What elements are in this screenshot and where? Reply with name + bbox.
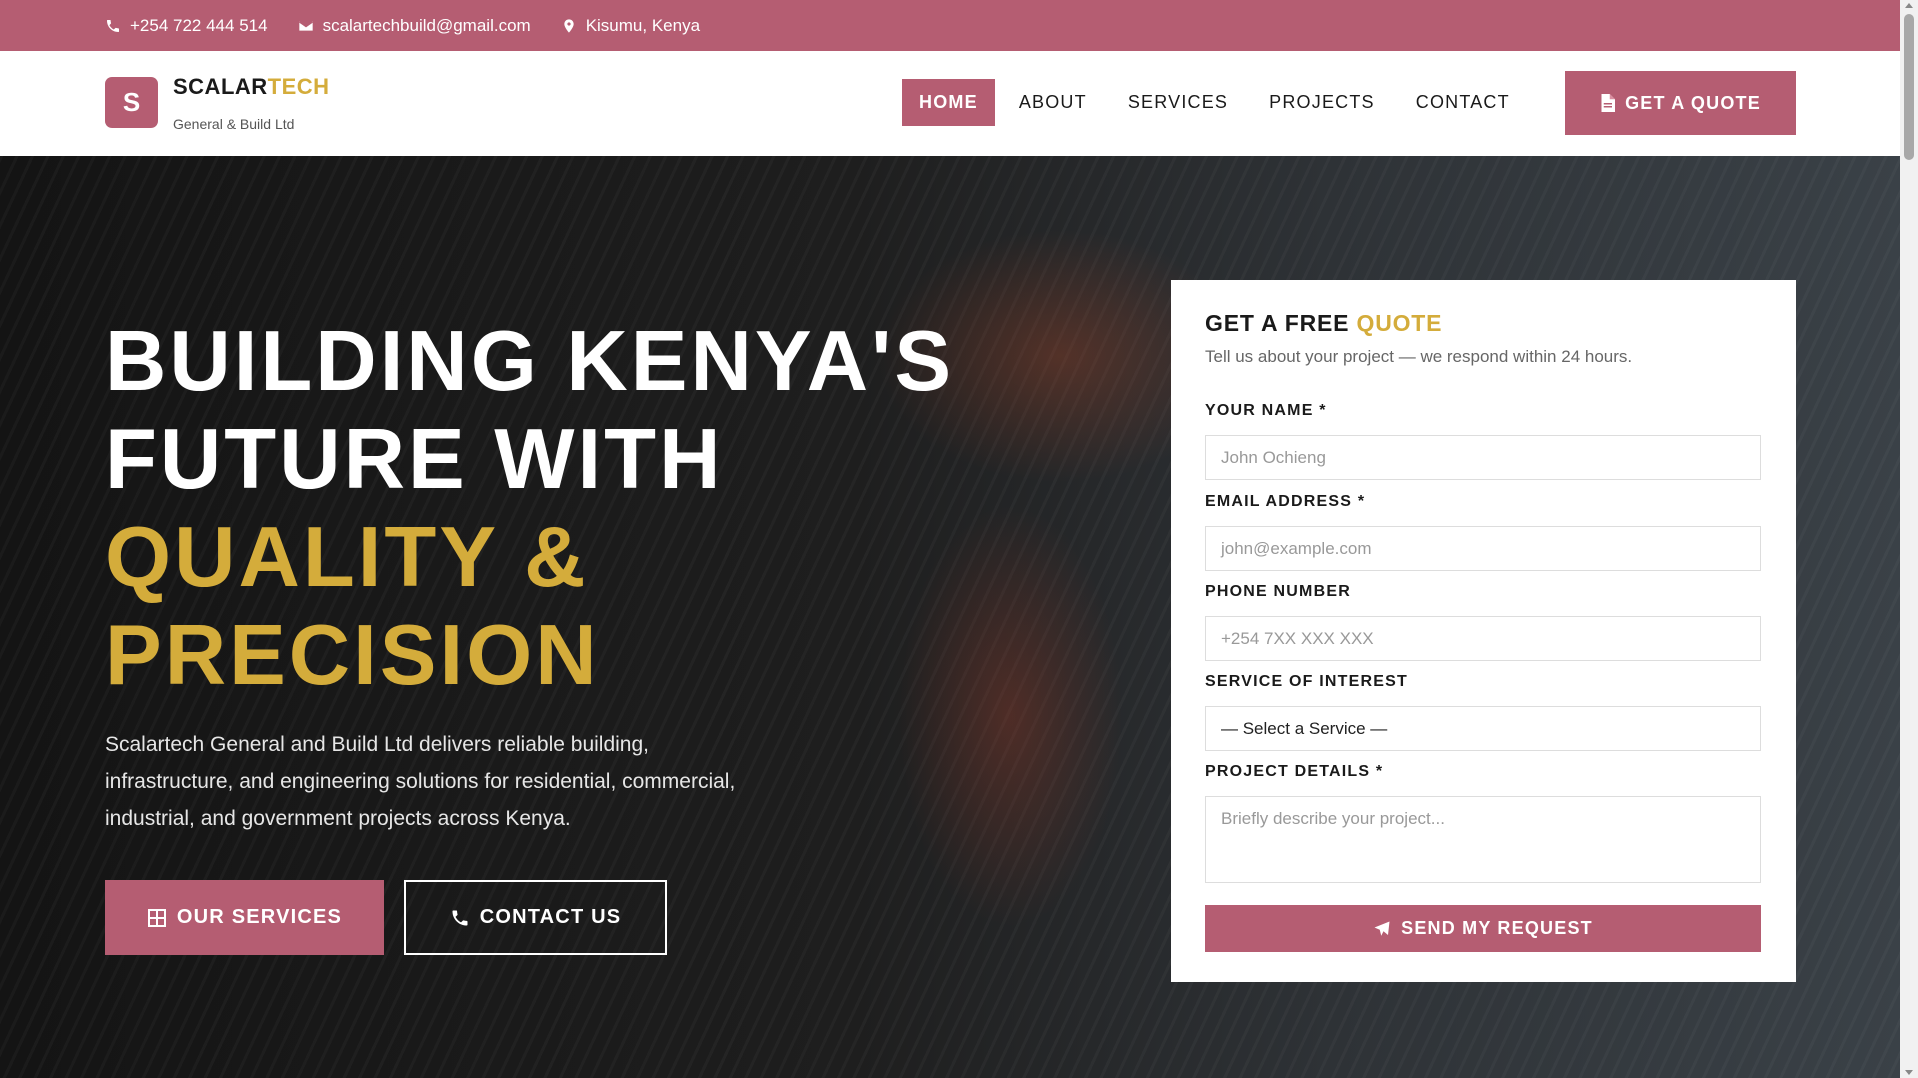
grid-icon <box>147 908 166 927</box>
get-a-quote-label: GET A QUOTE <box>1625 92 1761 113</box>
top-contact-bar: +254 722 444 514 scalartechbuild@gmail.c… <box>0 0 1900 51</box>
name-label: YOUR NAME * <box>1205 402 1327 419</box>
brand-tagline: General & Build Ltd <box>173 116 295 132</box>
quote-form-card: GET A FREE QUOTE Tell us about your proj… <box>1171 280 1796 982</box>
form-title-part2: QUOTE <box>1356 310 1443 336</box>
email-text: scalartechbuild@gmail.com <box>322 15 531 35</box>
logo-letter: S <box>122 87 141 117</box>
site-header: S SCALARTECH General & Build Ltd HOME AB… <box>0 51 1900 156</box>
hero-title-line3: QUALITY & <box>105 510 589 605</box>
paper-plane-icon <box>1374 921 1390 936</box>
contact-us-label: CONTACT US <box>479 906 622 928</box>
email-field[interactable]: john@example.com <box>1205 526 1761 571</box>
map-pin-icon <box>564 18 574 33</box>
email-label: EMAIL ADDRESS * <box>1205 493 1366 510</box>
phone-icon <box>452 910 468 925</box>
form-title: GET A FREE QUOTE <box>1205 310 1442 337</box>
nav-item-home[interactable]: HOME <box>902 79 995 126</box>
send-request-label: SEND MY REQUEST <box>1401 918 1593 938</box>
phone-icon <box>107 19 119 32</box>
scroll-down-arrow[interactable] <box>1905 1070 1913 1075</box>
hero-title-line2: FUTURE WITH <box>105 412 724 507</box>
scrollbar-thumb[interactable] <box>1904 14 1914 160</box>
nav-item-about[interactable]: ABOUT <box>1002 79 1104 126</box>
project-details-textarea[interactable]: Briefly describe your project... <box>1205 796 1761 883</box>
phone-field[interactable]: +254 7XX XXX XXX <box>1205 616 1761 661</box>
hero-title: BUILDING KENYA'S FUTURE WITH QUALITY & P… <box>105 313 954 705</box>
service-select[interactable]: — Select a Service — <box>1205 706 1761 751</box>
get-a-quote-button[interactable]: GET A QUOTE <box>1565 71 1796 135</box>
hero-title-line1: BUILDING KENYA'S <box>105 314 955 409</box>
brand-name[interactable]: SCALARTECH <box>173 74 330 100</box>
main-nav: HOME ABOUT SERVICES PROJECTS CONTACT <box>902 79 1534 126</box>
document-icon <box>1601 94 1616 112</box>
nav-item-projects[interactable]: PROJECTS <box>1252 79 1392 126</box>
location-text: Kisumu, Kenya <box>585 15 701 35</box>
contact-us-button[interactable]: CONTACT US <box>404 880 667 955</box>
form-title-part1: GET A FREE <box>1205 310 1357 336</box>
hero-description: Scalartech General and Build Ltd deliver… <box>105 733 736 830</box>
nav-item-contact[interactable]: CONTACT <box>1399 79 1527 126</box>
brand-name-part1: SCALAR <box>173 74 268 99</box>
nav-item-services[interactable]: SERVICES <box>1111 79 1245 126</box>
logo-mark[interactable]: S <box>105 77 158 128</box>
topbar-email[interactable]: scalartechbuild@gmail.com <box>298 16 531 36</box>
topbar-location: Kisumu, Kenya <box>561 16 700 36</box>
send-request-button[interactable]: SEND MY REQUEST <box>1205 905 1761 952</box>
our-services-button[interactable]: OUR SERVICES <box>105 880 384 955</box>
brand-name-part2: TECH <box>267 74 330 99</box>
phone-text: +254 722 444 514 <box>130 15 268 35</box>
phone-label: PHONE NUMBER <box>1205 583 1351 600</box>
name-field[interactable]: John Ochieng <box>1205 435 1761 480</box>
details-label: PROJECT DETAILS * <box>1205 763 1384 780</box>
scroll-up-arrow[interactable] <box>1905 3 1913 8</box>
hero-section: BUILDING KENYA'S FUTURE WITH QUALITY & P… <box>0 156 1900 1078</box>
hero-title-line4: PRECISION <box>105 608 600 703</box>
topbar-phone[interactable]: +254 722 444 514 <box>105 16 268 36</box>
envelope-icon <box>298 20 313 31</box>
our-services-label: OUR SERVICES <box>176 906 343 928</box>
page-scrollbar[interactable] <box>1900 0 1918 1078</box>
form-subtitle: Tell us about your project — we respond … <box>1205 347 1633 366</box>
service-label: SERVICE OF INTEREST <box>1205 673 1408 690</box>
